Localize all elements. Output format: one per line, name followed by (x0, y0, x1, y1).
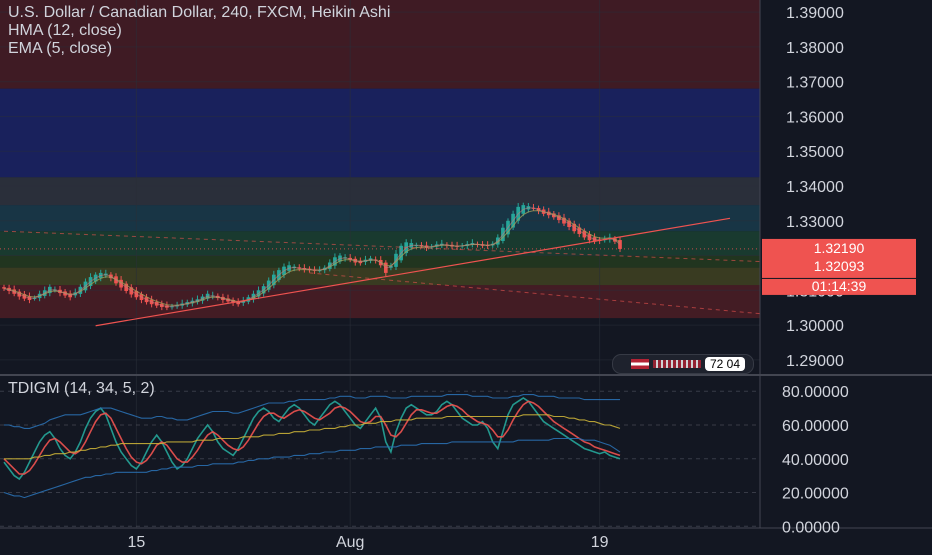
indicator-tick-0: 80.00000 (782, 384, 849, 401)
price-tick-0: 1.39000 (786, 5, 844, 22)
second-price-label: 1.32093 (813, 257, 865, 274)
price-tick-6: 1.33000 (786, 214, 844, 231)
price-tick-10: 1.29000 (786, 353, 844, 370)
time-tick-1: Aug (336, 534, 364, 550)
price-tick-1: 1.38000 (786, 40, 844, 57)
price-tick-2: 1.37000 (786, 75, 844, 92)
time-tick-2: 19 (591, 534, 609, 550)
zone-band-3 (0, 205, 760, 232)
zone-band-4 (0, 231, 760, 256)
price-tick-3: 1.36000 (786, 109, 844, 126)
symbol-legend[interactable]: U.S. Dollar / Canadian Dollar, 240, FXCM… (8, 3, 390, 23)
hma-legend[interactable]: HMA (12, close) (8, 21, 122, 41)
zone-band-2 (0, 177, 760, 206)
ema-legend[interactable]: EMA (5, close) (8, 39, 112, 59)
indicator-tick-1: 60.00000 (782, 418, 849, 435)
broker-logo-badge: 72 04 (612, 354, 754, 374)
stamp-icon (653, 360, 701, 368)
indicator-tick-4: 0.00000 (782, 519, 840, 536)
zone-band-6 (0, 267, 760, 286)
bar-countdown-label: 01:14:39 (811, 277, 867, 294)
flag-icon (631, 359, 649, 369)
last-price-label: 1.32190 (813, 239, 865, 256)
price-tick-9: 1.30000 (786, 318, 844, 335)
indicator-legend[interactable]: TDIGM (14, 34, 5, 2) (8, 379, 155, 399)
indicator-tick-3: 20.00000 (782, 486, 849, 503)
logo-digits: 72 04 (704, 357, 745, 371)
price-tick-4: 1.35000 (786, 144, 844, 161)
usdcad-chart[interactable]: 1.39000 1.38000 1.37000 1.36000 1.35000 1.340… (0, 0, 932, 551)
chart-container[interactable]: 1.39000 1.38000 1.37000 1.36000 1.35000 1.340… (0, 0, 932, 551)
zone-band-1 (0, 88, 760, 178)
time-tick-0: 15 (127, 534, 145, 550)
price-tick-5: 1.34000 (786, 179, 844, 196)
indicator-tick-2: 40.00000 (782, 452, 849, 469)
